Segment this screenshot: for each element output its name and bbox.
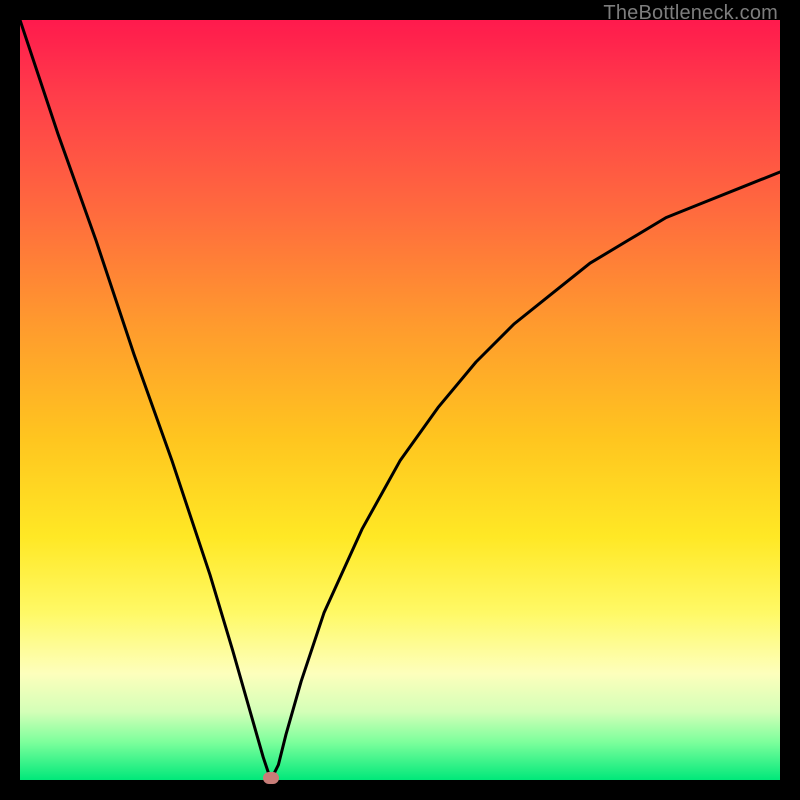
watermark-text: TheBottleneck.com (603, 2, 778, 25)
optimal-point-marker (263, 772, 279, 784)
bottleneck-curve (20, 20, 780, 780)
chart-frame (20, 20, 780, 780)
